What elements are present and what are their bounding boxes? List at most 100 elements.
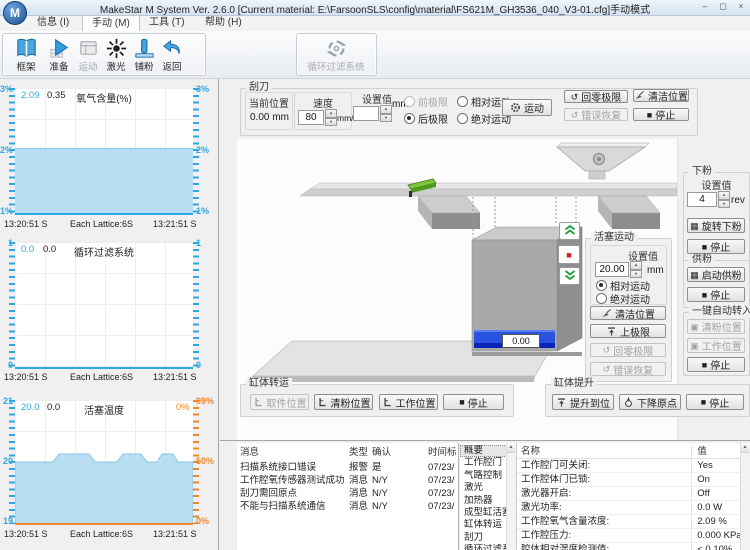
x-label: 13:20:51 S (4, 372, 48, 382)
chart-piston-temp-plot (15, 400, 193, 524)
scraper-home-button[interactable]: ↺回零极限 (564, 90, 628, 103)
category-scrollbar[interactable]: ▲ (506, 443, 516, 550)
transfer-stop-button[interactable]: ■停止 (443, 394, 504, 410)
lift-up-button[interactable]: 提升到位 (552, 394, 614, 410)
transfer-clean-position-button[interactable]: 清粉位置 (314, 394, 373, 410)
scraper-position-value: 0.00 (250, 112, 269, 123)
radio-icon (457, 113, 468, 124)
auto-transfer-group: 一键自动转入 ▣清粉位置 ▣工作位置 ■停止 (683, 312, 750, 376)
spin-up-icon[interactable]: ▲ (325, 109, 337, 118)
auto-transfer-title: 一键自动转入 (689, 306, 750, 318)
stop-icon: ■ (702, 290, 707, 300)
piston-jog-stop-button[interactable]: ■ (558, 245, 580, 264)
category-item-cyl-transfer[interactable]: 缸体转运 (460, 519, 507, 531)
status-row: 工作腔体门已锁:On (517, 473, 741, 487)
lift-stop-button[interactable]: ■停止 (686, 394, 744, 410)
powder-down-rotate-button[interactable]: ▦旋转下粉 (687, 218, 745, 233)
status-row: 腔体相对湿度检测值:< 0.10% (517, 543, 741, 550)
scroll-up-icon[interactable]: ▲ (507, 443, 515, 453)
spin-up-icon[interactable]: ▲ (630, 261, 642, 270)
spin-down-icon[interactable]: ▼ (380, 114, 392, 123)
y-label: 1 (196, 238, 216, 248)
back-arrow-icon (155, 35, 189, 62)
status-category-list: 概要 工作腔门 气路控制 激光 加热器 成型缸活塞 缸体转运 刮刀 循环过滤系统… (460, 443, 517, 550)
powder-supply-start-button[interactable]: ▦启动供粉 (687, 267, 745, 282)
scraper-setvalue-spinner[interactable]: ▲▼ (353, 105, 392, 122)
powder-supply-stop-button[interactable]: ■停止 (687, 287, 745, 302)
spin-up-icon[interactable]: ▲ (380, 105, 392, 114)
down-origin-icon (623, 397, 634, 408)
cylinder-lift-group: 缸体提升 提升到位 下降原点 ■停止 (545, 384, 750, 417)
panel-splitter[interactable] (218, 79, 219, 550)
broom-icon (634, 90, 645, 101)
scraper-rear-limit-radio[interactable]: 后极限 (404, 111, 448, 126)
x-label: 13:21:51 S (153, 219, 197, 229)
piston-upper-limit-button[interactable]: 上极限 (590, 324, 666, 338)
window-icon: ▣ (690, 341, 699, 351)
powder-down-stop-button[interactable]: ■停止 (687, 239, 745, 254)
toolbar-return-button[interactable]: 返回 (155, 35, 189, 75)
powder-supply-group: 供粉 ▦启动供粉 ■停止 (683, 260, 750, 308)
piston-absolute-radio[interactable]: 绝对运动 (596, 291, 650, 306)
scraper-stop-button[interactable]: ■停止 (633, 108, 689, 121)
spin-down-icon[interactable]: ▼ (630, 270, 642, 279)
auto-clean-position-button: ▣清粉位置 (687, 319, 745, 334)
powder-down-spinner[interactable]: 4 ▲▼ (687, 191, 730, 208)
gear-icon (510, 102, 521, 113)
message-row[interactable]: 刮刀需回原点 消息 N/Y 07/23/ (237, 487, 458, 500)
piston-jog-down-button[interactable] (559, 267, 580, 285)
maximize-button[interactable]: ◻ (717, 1, 729, 12)
category-item-heater[interactable]: 加热器 (460, 495, 507, 507)
piston-jog-up-button[interactable] (559, 222, 580, 240)
auto-stop-button[interactable]: ■停止 (687, 357, 745, 372)
scraper-move-button[interactable]: 运动 (502, 99, 552, 116)
piston-clean-position-button[interactable]: 清洁位置 (590, 306, 666, 320)
scroll-up-icon[interactable]: ▲ (741, 443, 749, 453)
close-button[interactable]: × (735, 1, 747, 12)
category-item-summary[interactable]: 概要 (460, 445, 507, 457)
title-bar: MakeStar M System Ver. 2.6.0 [Current ma… (0, 0, 750, 16)
category-item-gas-control[interactable]: 气路控制 (460, 470, 507, 482)
scraper-speed-spinner[interactable]: 80 ▲▼ (298, 109, 337, 126)
x-label: 13:20:51 S (4, 529, 48, 539)
category-item-filter-system[interactable]: 循环过滤系统 (460, 544, 507, 550)
status-scrollbar[interactable]: ▲ (740, 443, 750, 550)
menu-tab-info[interactable]: 信息 (I) (28, 16, 78, 30)
lift-down-origin-button[interactable]: 下降原点 (619, 394, 681, 410)
piston-setvalue-spinner[interactable]: 20.00 ▲▼ (595, 261, 642, 278)
scraper-position-unit: mm (272, 112, 289, 123)
category-item-build-piston[interactable]: 成型缸活塞 (460, 507, 507, 519)
message-row[interactable]: 扫描系统接口错误 报警 是 07/23/ (237, 461, 458, 474)
spin-up-icon[interactable]: ▲ (718, 191, 730, 200)
category-item-chamber-door[interactable]: 工作腔门 (460, 457, 507, 469)
spin-down-icon[interactable]: ▼ (325, 118, 337, 127)
piston-setvalue-box: 设置值 20.00 ▲▼ mm 相对运动 绝对运动 (590, 245, 667, 305)
rail (300, 183, 677, 196)
message-row[interactable]: 工作腔氧传感器测试成功 消息 N/Y 07/23/ (237, 474, 458, 487)
status-row: 激光器开启:Off (517, 487, 741, 501)
toolbar-frame-button[interactable]: 框架 (9, 35, 43, 75)
category-item-laser[interactable]: 激光 (460, 482, 507, 494)
spin-down-icon[interactable]: ▼ (718, 200, 730, 209)
hook-icon (317, 397, 328, 408)
window-icon: ▣ (690, 322, 699, 332)
x-label: Each Lattice:6S (70, 372, 133, 382)
right-pit (598, 196, 660, 229)
menu-tab-tools[interactable]: 工具 (T) (140, 16, 194, 30)
chart-oxygen-title: 氧气含量(%) (15, 90, 193, 105)
scraper-speed-box: 速度 80 ▲▼ mm/s (294, 92, 352, 130)
radio-icon (596, 280, 607, 291)
message-table: 消息 类型 确认 时间标 扫描系统接口错误 报警 是 07/23/ 工作腔氧传感… (237, 443, 459, 550)
x-label: 13:21:51 S (153, 372, 197, 382)
x-label: 13:21:51 S (153, 529, 197, 539)
scraper-clean-position-button[interactable]: 清洁位置 (633, 89, 689, 102)
bottom-splitter[interactable] (220, 440, 750, 441)
transfer-work-position-button[interactable]: 工作位置 (379, 394, 438, 410)
chart-filter-plot (15, 242, 193, 368)
message-row[interactable]: 不能与扫描系统通信 消息 N/Y 07/23/ (237, 500, 458, 513)
x-label: Each Lattice:6S (70, 219, 133, 229)
menu-tab-help[interactable]: 帮助 (H) (196, 16, 251, 30)
stop-icon: ■ (702, 242, 707, 252)
category-item-scraper[interactable]: 刮刀 (460, 532, 507, 544)
minimize-button[interactable]: – (699, 1, 711, 12)
